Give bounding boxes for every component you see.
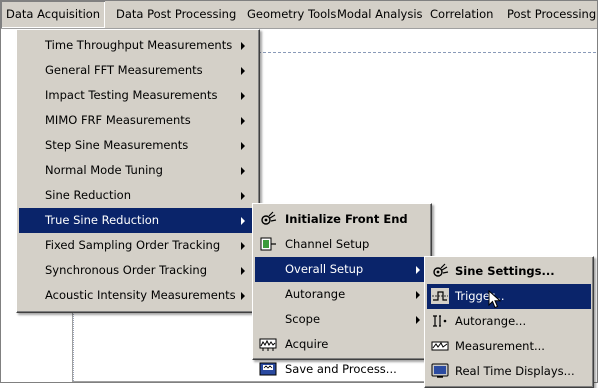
menu-item-label: General FFT Measurements bbox=[45, 63, 203, 77]
menu-item-label: True Sine Reduction bbox=[45, 213, 160, 227]
menu-item-label: Impact Testing Measurements bbox=[45, 88, 218, 102]
menu-item-label: Scope bbox=[285, 312, 321, 326]
submenu-arrow-icon bbox=[241, 242, 245, 250]
menubar-geometry-tools[interactable]: Geometry Tools bbox=[242, 1, 341, 28]
menubar-post-processing[interactable]: Post Processing bbox=[502, 1, 598, 28]
menu-item-label: Real Time Displays... bbox=[455, 364, 575, 378]
menu-item-autorange-settings[interactable]: Autorange... bbox=[427, 309, 591, 334]
menu-item-general-fft[interactable]: General FFT Measurements bbox=[19, 58, 257, 83]
sine-settings-icon bbox=[433, 263, 449, 277]
menu-item-label: Sine Settings... bbox=[455, 264, 555, 278]
plot-gridline bbox=[258, 52, 596, 53]
menu-item-label: Synchronous Order Tracking bbox=[45, 263, 207, 277]
submenu-arrow-icon bbox=[241, 142, 245, 150]
menu-item-label: Autorange... bbox=[455, 314, 527, 328]
submenu-arrow-icon bbox=[241, 117, 245, 125]
menu-item-step-sine[interactable]: Step Sine Measurements bbox=[19, 133, 257, 158]
menu-item-label: Autorange bbox=[285, 287, 346, 301]
overall-setup-submenu: Sine Settings... Trigger... Autorange...… bbox=[424, 256, 594, 388]
menu-item-label: Normal Mode Tuning bbox=[45, 163, 163, 177]
menu-item-sine-settings[interactable]: Sine Settings... bbox=[427, 259, 591, 284]
menu-item-label: Save and Process... bbox=[285, 362, 397, 376]
menu-item-normal-mode-tuning[interactable]: Normal Mode Tuning bbox=[19, 158, 257, 183]
menu-item-sine-reduction[interactable]: Sine Reduction bbox=[19, 183, 257, 208]
channel-setup-icon bbox=[260, 237, 276, 251]
save-process-icon bbox=[259, 362, 277, 376]
menu-item-impact-testing[interactable]: Impact Testing Measurements bbox=[19, 83, 257, 108]
menu-item-label: MIMO FRF Measurements bbox=[45, 113, 191, 127]
menu-item-label: Fixed Sampling Order Tracking bbox=[45, 238, 221, 252]
submenu-arrow-icon bbox=[416, 266, 420, 274]
menubar-label: Correlation bbox=[430, 7, 494, 21]
menu-item-label: Overall Setup bbox=[285, 262, 364, 276]
autorange-icon bbox=[433, 315, 447, 327]
true-sine-reduction-submenu: Initialize Front End Channel Setup Overa… bbox=[252, 203, 432, 376]
data-acquisition-menu: Time Throughput Measurements General FFT… bbox=[16, 29, 260, 313]
submenu-arrow-icon bbox=[241, 67, 245, 75]
submenu-arrow-icon bbox=[416, 316, 420, 324]
menu-item-scope[interactable]: Scope bbox=[255, 307, 429, 332]
menu-item-label: Acquire bbox=[285, 337, 329, 351]
menu-item-acoustic-intensity[interactable]: Acoustic Intensity Measurements bbox=[19, 283, 257, 308]
menu-item-label: Sine Reduction bbox=[45, 188, 132, 202]
menu-bar: Data Acquisition Data Post Processing Ge… bbox=[1, 1, 597, 29]
menu-item-label: Acoustic Intensity Measurements bbox=[45, 288, 236, 302]
menubar-data-post-processing[interactable]: Data Post Processing bbox=[111, 1, 241, 28]
menu-item-label: Initialize Front End bbox=[285, 212, 408, 226]
menu-item-autorange[interactable]: Autorange bbox=[255, 282, 429, 307]
menubar-label: Post Processing bbox=[507, 7, 597, 21]
menubar-label: Geometry Tools bbox=[247, 7, 337, 21]
menu-item-true-sine-reduction[interactable]: True Sine Reduction bbox=[19, 208, 257, 233]
mouse-cursor-icon bbox=[488, 290, 502, 309]
menu-item-time-throughput[interactable]: Time Throughput Measurements bbox=[19, 33, 257, 58]
menu-item-label: Time Throughput Measurements bbox=[45, 38, 233, 52]
submenu-arrow-icon bbox=[416, 291, 420, 299]
submenu-arrow-icon bbox=[241, 192, 245, 200]
menu-item-channel-setup[interactable]: Channel Setup bbox=[255, 232, 429, 257]
menu-item-label: Step Sine Measurements bbox=[45, 138, 189, 152]
menubar-label: Modal Analysis bbox=[337, 7, 423, 21]
submenu-arrow-icon bbox=[241, 42, 245, 50]
menubar-correlation[interactable]: Correlation bbox=[425, 1, 498, 28]
submenu-arrow-icon bbox=[241, 167, 245, 175]
menubar-data-acquisition[interactable]: Data Acquisition bbox=[1, 1, 105, 28]
menu-item-acquire[interactable]: Acquire bbox=[255, 332, 429, 357]
realtime-display-icon bbox=[431, 363, 449, 378]
menu-item-trigger[interactable]: Trigger... bbox=[427, 284, 591, 309]
submenu-arrow-icon bbox=[241, 217, 245, 225]
menu-item-mimo-frf[interactable]: MIMO FRF Measurements bbox=[19, 108, 257, 133]
trigger-icon bbox=[431, 288, 449, 304]
acquire-icon bbox=[259, 338, 277, 351]
menu-item-overall-setup[interactable]: Overall Setup bbox=[255, 257, 429, 282]
menu-item-measurement[interactable]: Measurement... bbox=[427, 334, 591, 359]
menubar-label: Data Acquisition bbox=[6, 7, 101, 21]
menu-item-real-time-displays[interactable]: Real Time Displays... bbox=[427, 359, 591, 384]
menu-item-synchronous-order[interactable]: Synchronous Order Tracking bbox=[19, 258, 257, 283]
menu-item-label: Measurement... bbox=[455, 339, 545, 353]
submenu-arrow-icon bbox=[241, 92, 245, 100]
menu-item-fixed-sampling-order[interactable]: Fixed Sampling Order Tracking bbox=[19, 233, 257, 258]
menubar-modal-analysis[interactable]: Modal Analysis bbox=[332, 1, 428, 28]
submenu-arrow-icon bbox=[241, 292, 245, 300]
menu-item-save-and-process[interactable]: Save and Process... bbox=[255, 357, 429, 382]
menu-item-initialize-front-end[interactable]: Initialize Front End bbox=[255, 207, 429, 232]
measurement-icon bbox=[431, 341, 449, 351]
menubar-label: Data Post Processing bbox=[116, 7, 237, 21]
submenu-arrow-icon bbox=[241, 267, 245, 275]
menu-item-label: Channel Setup bbox=[285, 237, 370, 251]
initialize-icon bbox=[261, 211, 277, 225]
